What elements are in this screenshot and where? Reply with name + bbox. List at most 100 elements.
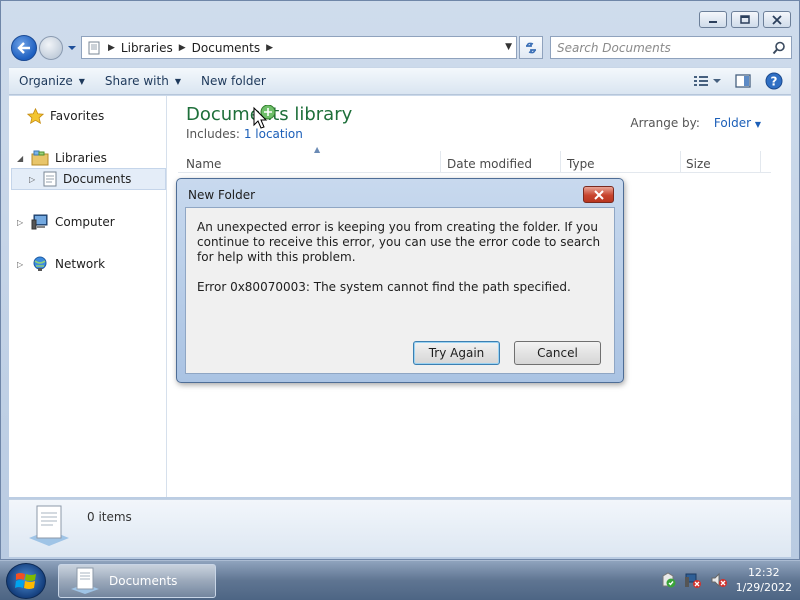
mouse-cursor-icon [253,105,276,129]
close-icon [593,189,604,200]
nav-item-libraries[interactable]: ◢ Libraries [17,150,107,166]
new-folder-label: New folder [200,74,266,88]
caption-buttons [699,11,791,28]
nav-item-favorites[interactable]: Favorites [27,108,104,124]
windows-logo-icon [15,573,36,589]
arrange-by-dropdown[interactable]: Folder ▼ [714,116,761,130]
clock-date: 1/29/2022 [735,581,792,594]
column-divider[interactable] [560,151,561,173]
close-window-button[interactable] [763,11,791,28]
nav-item-documents[interactable]: ▷ Documents [11,168,166,190]
nav-label-libraries: Libraries [55,151,107,165]
nav-label-computer: Computer [55,215,115,229]
forward-button[interactable] [39,36,63,60]
document-library-icon [29,505,69,546]
views-icon[interactable] [693,74,721,88]
search-box[interactable] [550,36,792,59]
minimize-button[interactable] [699,11,727,28]
column-divider[interactable] [760,151,761,173]
arrange-by-value: Folder [713,116,752,130]
expand-arrow-icon[interactable]: ▷ [29,175,37,184]
cancel-button[interactable]: Cancel [514,341,601,365]
column-header-type[interactable]: Type [567,157,595,171]
help-icon[interactable]: ? [765,72,783,90]
network-icon [33,256,47,271]
new-folder-error-dialog: New Folder An unexpected error is keepin… [176,178,624,383]
taskbar-item-documents[interactable]: Documents [58,564,216,598]
column-divider[interactable] [440,151,441,173]
system-tray: 12:32 1/29/2022 [660,565,792,595]
command-bar: Organize ▼ Share with ▼ New folder ? [9,67,791,95]
recent-pages-button[interactable] [67,41,77,51]
clock-time: 12:32 [747,566,780,579]
dialog-title: New Folder [188,188,256,202]
nav-item-network[interactable]: ▷ Network [17,256,105,272]
refresh-icon [526,42,536,53]
svg-text:?: ? [771,75,778,89]
expand-arrow-icon[interactable]: ▷ [17,218,25,227]
organize-menu[interactable]: Organize ▼ [9,68,95,94]
start-button[interactable] [6,563,46,599]
dialog-message: An unexpected error is keeping you from … [197,220,601,264]
breadcrumb-separator[interactable]: ▶ [266,43,273,53]
navigation-row: ▶ Libraries ▶ Documents ▶ ▼ [9,34,792,61]
column-header-size[interactable]: Size [686,157,711,171]
document-library-icon [71,567,99,594]
refresh-button[interactable] [519,36,543,59]
chevron-down-icon: ▼ [754,120,761,129]
back-button[interactable] [11,35,37,61]
item-count: 0 items [87,510,132,524]
breadcrumb-libraries[interactable]: Libraries [121,41,173,55]
dialog-body: An unexpected error is keeping you from … [185,207,615,374]
computer-icon [31,214,48,230]
address-dropdown[interactable]: ▼ [505,42,512,52]
folder-path-icon [88,41,100,54]
preview-pane-icon[interactable] [735,74,751,88]
breadcrumb-separator[interactable]: ▶ [108,43,115,53]
document-icon [43,171,57,187]
nav-label-favorites: Favorites [50,109,105,123]
column-header-date-modified[interactable]: Date modified [447,157,532,171]
view-controls: ? [693,72,783,90]
column-headers: ▲ Name Date modified Type Size [178,145,771,173]
share-with-label: Share with [104,74,169,88]
column-divider[interactable] [680,151,681,173]
arrange-by: Arrange by: Folder ▼ [630,116,761,130]
dialog-error-code: Error 0x80070003: The system cannot find… [197,280,571,294]
library-icon [31,150,49,166]
arrange-by-label: Arrange by: [630,116,700,130]
nav-label-network: Network [55,257,106,271]
navigation-pane: Favorites ◢ Libraries ▷ Documents ▷ Comp… [9,96,167,497]
details-pane: 0 items [9,499,791,557]
chevron-down-icon: ▼ [174,76,181,86]
try-again-button[interactable]: Try Again [413,341,500,365]
forward-arrow-icon [40,37,62,59]
star-icon [27,108,44,124]
collapse-arrow-icon[interactable]: ◢ [17,154,25,163]
share-with-menu[interactable]: Share with ▼ [95,68,191,94]
search-input[interactable] [557,40,757,55]
close-icon [772,14,782,25]
action-center-icon[interactable] [660,572,676,588]
new-folder-button[interactable]: New folder [191,68,276,94]
includes-label: Includes: [186,127,240,141]
system-clock[interactable]: 12:32 1/29/2022 [736,565,792,595]
expand-arrow-icon[interactable]: ▷ [17,260,25,269]
address-bar[interactable]: ▶ Libraries ▶ Documents ▶ ▼ [81,36,517,59]
network-tray-icon[interactable] [684,572,702,588]
library-includes: Includes: 1 location [186,127,303,141]
maximize-icon [740,14,750,24]
nav-item-computer[interactable]: ▷ Computer [17,214,115,230]
taskbar-item-label: Documents [109,574,178,588]
chevron-down-icon [68,46,76,50]
column-header-name[interactable]: Name [186,157,221,171]
back-arrow-icon [17,42,30,54]
breadcrumb-documents[interactable]: Documents [192,41,260,55]
maximize-button[interactable] [731,11,759,28]
dialog-close-button[interactable] [583,186,614,203]
minimize-icon [709,20,717,23]
chevron-down-icon: ▼ [78,76,85,86]
volume-muted-icon[interactable] [710,572,728,588]
breadcrumb-separator[interactable]: ▶ [179,43,186,53]
taskbar: Documents 12:32 1/29/2022 [0,560,800,600]
